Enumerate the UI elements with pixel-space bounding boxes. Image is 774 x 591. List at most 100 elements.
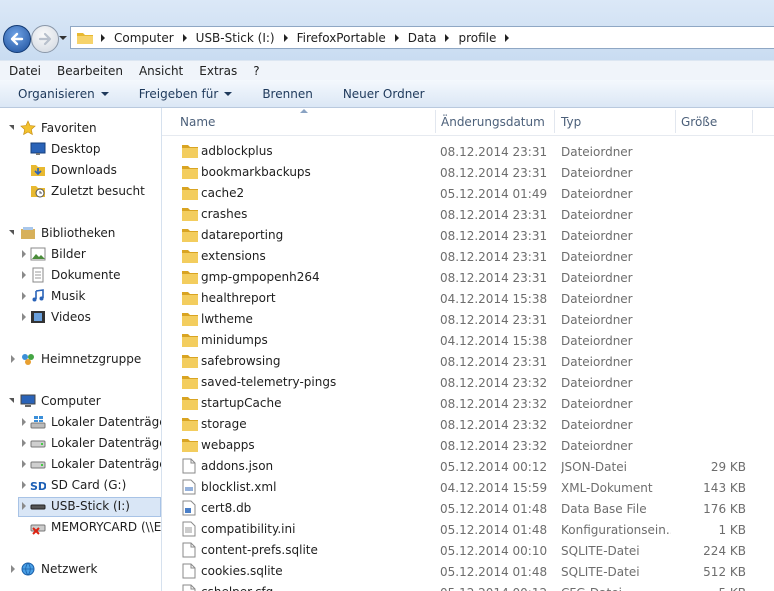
column-type[interactable]: Typ <box>561 115 581 129</box>
share-button[interactable]: Freigeben für <box>139 87 233 101</box>
folder-row[interactable]: gmp-gmpopenh264 08.12.2014 23:31 Dateiordn… <box>162 266 774 287</box>
file-date: 08.12.2014 23:31 <box>440 208 548 222</box>
folder-row[interactable]: lwtheme 08.12.2014 23:31 Dateiordner <box>162 308 774 329</box>
column-divider[interactable] <box>554 110 555 133</box>
collapse-arrow-icon[interactable] <box>9 230 14 235</box>
expand-arrow-icon[interactable] <box>11 565 15 573</box>
file-type: Dateiordner <box>561 313 633 327</box>
folder-row[interactable]: saved-telemetry-pings 08.12.2014 23:32 Dat… <box>162 371 774 392</box>
organize-button[interactable]: Organisieren <box>18 87 109 101</box>
file-row[interactable]: compatibility.ini 05.12.2014 01:48 Konfigu… <box>162 518 774 539</box>
expand-arrow-icon[interactable] <box>22 418 26 426</box>
column-size[interactable]: Größe <box>681 115 717 129</box>
folder-row[interactable]: storage 08.12.2014 23:32 Dateiordner <box>162 413 774 434</box>
nav-desktop[interactable]: Desktop <box>30 139 101 159</box>
nav-music[interactable]: Musik <box>30 286 86 306</box>
burn-label: Brennen <box>262 86 313 101</box>
nav-libraries[interactable]: Bibliotheken <box>20 223 115 243</box>
file-row[interactable]: cshelper.cfg 05.12.2014 00:12 CFG-Datei 5 K… <box>162 581 774 591</box>
crumb-usb-stick[interactable]: USB-Stick (I:) <box>196 31 297 45</box>
new-folder-button[interactable]: Neuer Ordner <box>343 87 425 101</box>
folder-row[interactable]: startupCache 08.12.2014 23:32 Dateiordner <box>162 392 774 413</box>
menu-ansicht[interactable]: Ansicht <box>130 64 190 78</box>
collapse-arrow-icon[interactable] <box>9 125 14 130</box>
chevron-down-icon <box>224 91 233 96</box>
folder-row[interactable]: extensions 08.12.2014 23:31 Dateiordner <box>162 245 774 266</box>
menu-datei[interactable]: Datei <box>0 64 48 78</box>
menu-extras[interactable]: Extras <box>190 64 244 78</box>
nav-pictures[interactable]: Bilder <box>30 244 86 264</box>
folder-row[interactable]: healthreport 04.12.2014 15:38 Dateiordner <box>162 287 774 308</box>
nav-computer[interactable]: Computer <box>20 391 101 411</box>
file-size: 512 KB <box>703 565 746 579</box>
file-type: Dateiordner <box>561 187 633 201</box>
expand-arrow-icon[interactable] <box>22 271 26 279</box>
folder-row[interactable]: safebrowsing 08.12.2014 23:31 Dateiordner <box>162 350 774 371</box>
nav-drive-d[interactable]: Lokaler Datenträger ( <box>30 433 161 453</box>
collapse-arrow-icon[interactable] <box>9 398 14 403</box>
folder-row[interactable]: cache2 05.12.2014 01:49 Dateiordner <box>162 182 774 203</box>
nav-recent[interactable]: Zuletzt besucht <box>30 181 145 201</box>
expand-arrow-icon[interactable] <box>22 313 26 321</box>
expand-arrow-icon[interactable] <box>11 355 15 363</box>
expand-arrow-icon[interactable] <box>22 439 26 447</box>
nav-label: Bibliotheken <box>41 226 116 240</box>
expand-arrow-icon[interactable] <box>22 250 26 258</box>
folder-row[interactable]: datareporting 08.12.2014 23:31 Dateiordner <box>162 224 774 245</box>
folder-row[interactable]: webapps 08.12.2014 23:32 Dateiordner <box>162 434 774 455</box>
menu-bearbeiten[interactable]: Bearbeiten <box>48 64 130 78</box>
nav-memorycard[interactable]: MEMORYCARD (\\EP <box>30 517 161 537</box>
nav-sd-card[interactable]: SD SD Card (G:) <box>30 475 126 495</box>
path-separator[interactable] <box>101 33 114 42</box>
back-button[interactable] <box>3 25 31 53</box>
crumb-data[interactable]: Data <box>408 31 459 45</box>
expand-arrow-icon[interactable] <box>22 481 26 489</box>
column-divider[interactable] <box>752 110 753 133</box>
file-date: 04.12.2014 15:38 <box>440 334 548 348</box>
column-divider[interactable] <box>675 110 676 133</box>
folder-row[interactable]: minidumps 04.12.2014 15:38 Dateiordner <box>162 329 774 350</box>
nav-downloads[interactable]: Downloads <box>30 160 117 180</box>
nav-drive-c[interactable]: Lokaler Datenträger ( <box>30 412 161 432</box>
file-row[interactable]: cert8.db 05.12.2014 01:48 Data Base File 17… <box>162 497 774 518</box>
recent-pages-dropdown-icon[interactable] <box>59 34 67 42</box>
nav-documents[interactable]: Dokumente <box>30 265 121 285</box>
folder-row[interactable]: crashes 08.12.2014 23:31 Dateiordner <box>162 203 774 224</box>
file-row[interactable]: blocklist.xml 04.12.2014 15:59 XML-Dokumen… <box>162 476 774 497</box>
hard-drive-icon <box>30 435 46 451</box>
nav-homegroup[interactable]: Heimnetzgruppe <box>20 349 141 369</box>
crumb-computer[interactable]: Computer <box>114 31 196 45</box>
file-date: 05.12.2014 00:12 <box>440 460 548 474</box>
column-date[interactable]: Änderungsdatum <box>441 115 545 129</box>
menu-help[interactable]: ? <box>244 64 266 78</box>
file-name-cell: lwtheme <box>182 311 253 327</box>
svg-text:SD: SD <box>30 480 46 493</box>
crumb-profile[interactable]: profile <box>458 31 518 45</box>
nav-network[interactable]: Netzwerk <box>20 559 97 579</box>
expand-arrow-icon[interactable] <box>22 460 26 468</box>
expand-arrow-icon[interactable] <box>22 292 26 300</box>
folder-row[interactable]: adblockplus 08.12.2014 23:31 Dateiordner <box>162 140 774 161</box>
nav-drive-e[interactable]: Lokaler Datenträger ( <box>30 454 161 474</box>
folder-icon <box>182 332 198 348</box>
nav-usb-stick[interactable]: USB-Stick (I:) <box>30 496 130 516</box>
column-divider[interactable] <box>435 110 436 133</box>
nav-favorites[interactable]: Favoriten <box>20 118 97 138</box>
file-row[interactable]: content-prefs.sqlite 05.12.2014 00:10 SQLI… <box>162 539 774 560</box>
folder-row[interactable]: bookmarkbackups 08.12.2014 23:31 Dateiordn… <box>162 161 774 182</box>
file-date: 08.12.2014 23:31 <box>440 145 548 159</box>
file-date: 08.12.2014 23:32 <box>440 418 548 432</box>
file-row[interactable]: cookies.sqlite 05.12.2014 01:48 SQLITE-Dat… <box>162 560 774 581</box>
address-path[interactable]: Computer USB-Stick (I:) FirefoxPortable … <box>70 26 774 49</box>
file-name-cell: blocklist.xml <box>182 479 276 495</box>
column-name[interactable]: Name <box>180 115 215 129</box>
file-row[interactable]: addons.json 05.12.2014 00:12 JSON-Datei 29 … <box>162 455 774 476</box>
forward-button[interactable] <box>31 25 59 53</box>
expand-arrow-icon[interactable] <box>22 502 26 510</box>
file-date: 08.12.2014 23:32 <box>440 439 548 453</box>
nav-videos[interactable]: Videos <box>30 307 91 327</box>
crumb-firefoxportable[interactable]: FirefoxPortable <box>297 31 408 45</box>
burn-button[interactable]: Brennen <box>262 87 312 101</box>
folder-icon <box>182 353 198 369</box>
homegroup-icon <box>20 351 36 367</box>
